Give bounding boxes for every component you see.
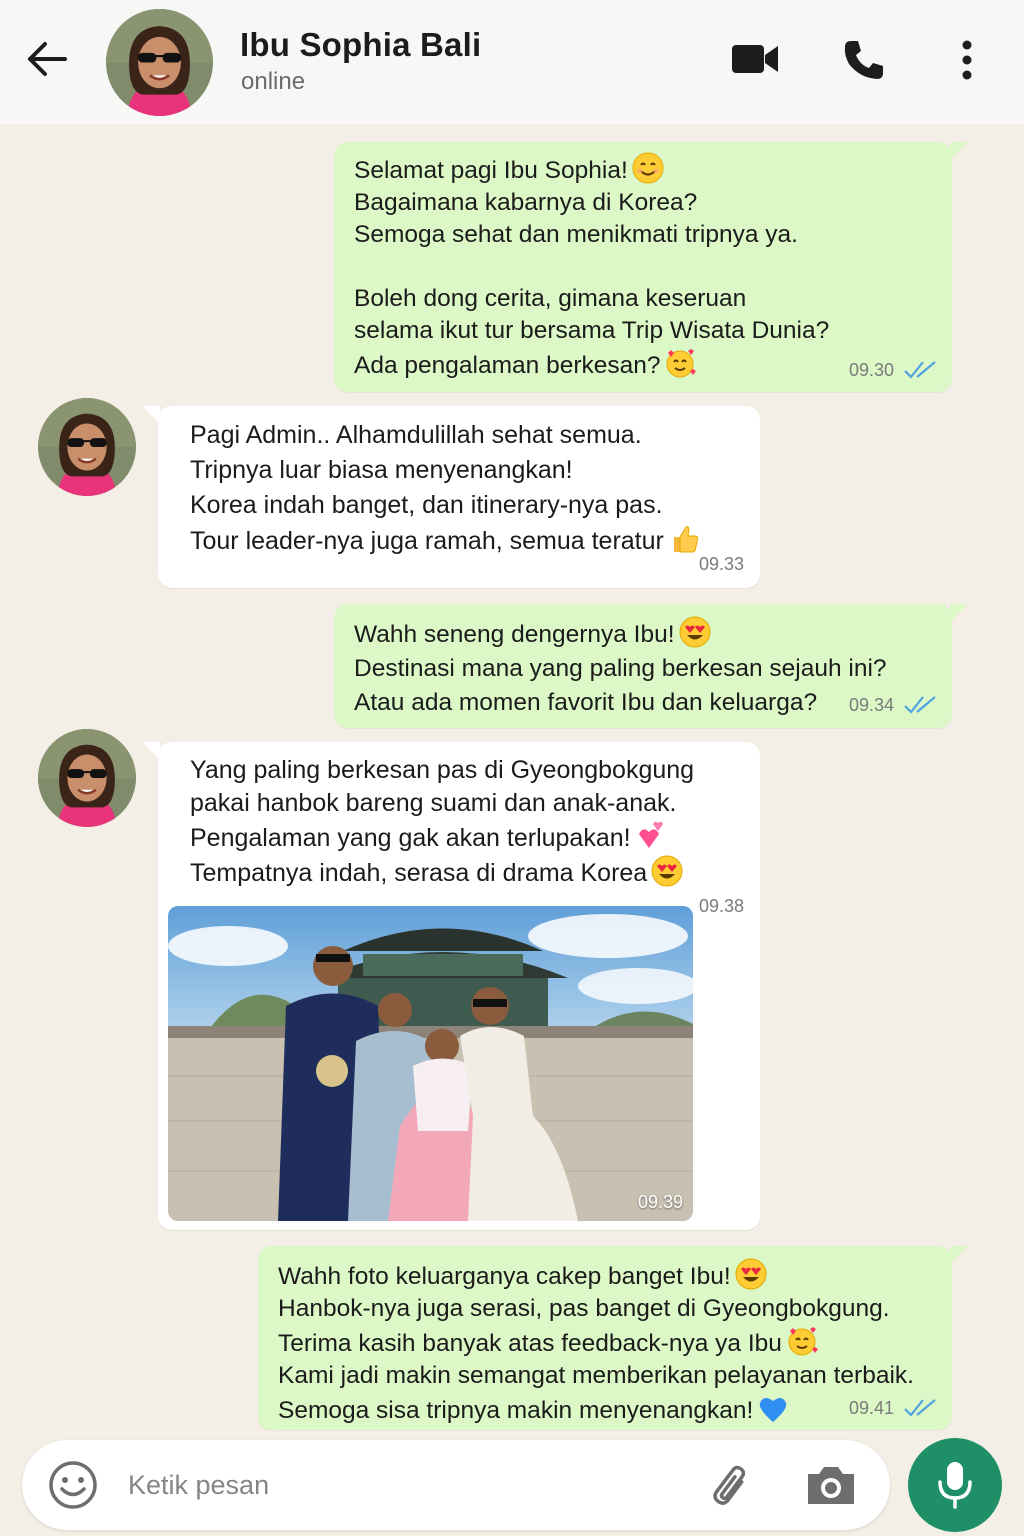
heart-eyes-emoji-icon [679, 616, 711, 648]
message-line: Semoga sisa tripnya makin menyenangkan! [278, 1392, 932, 1427]
contact-avatar[interactable] [106, 9, 213, 116]
message-line: Wahh foto keluarganya cakep banget Ibu! [278, 1258, 932, 1293]
double-check-read-icon [904, 360, 938, 380]
paperclip-icon [713, 1465, 746, 1505]
message-line: Boleh dong cerita, gimana keseruan [354, 285, 747, 312]
message-line: Tempatnya indah, serasa di drama Korea [190, 855, 740, 890]
microphone-icon [938, 1462, 972, 1509]
message-line: Yang paling berkesan pas di Gyeongbokgun… [190, 756, 695, 784]
message-line: Tripnya luar biasa menyenangkan! [190, 456, 573, 484]
message-line: Hanbok-nya juga serasi, pas banget di Gy… [278, 1295, 890, 1322]
message-time: 09.41 [848, 1398, 894, 1418]
message-time: 09.30 [848, 360, 894, 380]
message-bubble-incoming[interactable]: Pagi Admin.. Alhamdulillah sehat semua. … [142, 406, 760, 588]
message-meta: 09.38 [699, 890, 744, 923]
emoji-button[interactable] [48, 1460, 98, 1510]
sender-avatar[interactable] [38, 398, 136, 496]
smiling-face-with-hearts-emoji-icon [786, 1325, 818, 1357]
heart-eyes-emoji-icon [735, 1258, 767, 1290]
message-line: Atau ada momen favorit Ibu dan keluarga? [354, 689, 818, 716]
camera-button[interactable] [804, 1460, 858, 1510]
message-line: pakai hanbok bareng suami dan anak-anak. [190, 789, 677, 817]
message-time: 09.38 [698, 896, 744, 916]
sender-avatar[interactable] [38, 729, 136, 827]
message-meta: 09.41 [849, 1392, 938, 1424]
message-line: selama ikut tur bersama Trip Wisata Duni… [354, 317, 830, 344]
message-composer [22, 1440, 890, 1530]
emoji-icon [49, 1461, 97, 1509]
message-line: Kami jadi makin semangat memberikan pela… [278, 1362, 914, 1389]
video-call-button[interactable] [726, 36, 784, 82]
message-bubble-outgoing[interactable]: Wahh foto keluarganya cakep banget Ibu! … [258, 1246, 968, 1430]
message-meta: 09.33 [699, 547, 744, 582]
message-input[interactable] [128, 1464, 668, 1506]
message-line: Pengalaman yang gak akan terlupakan! [190, 820, 740, 855]
more-options-button[interactable] [948, 34, 986, 86]
message-line: Korea indah banget, dan itinerary-nya pa… [190, 491, 663, 519]
back-arrow-icon [28, 42, 67, 76]
message-line: Wahh seneng dengernya Ibu! [354, 616, 932, 652]
chat-header: Ibu Sophia Bali online [0, 0, 1024, 124]
contact-name[interactable]: Ibu Sophia Bali [240, 26, 481, 64]
video-camera-icon [732, 45, 778, 73]
message-meta: 09.34 [849, 688, 938, 722]
double-check-read-icon [904, 695, 938, 715]
photo-time: 09.39 [637, 1192, 683, 1212]
phone-icon [844, 41, 883, 79]
shared-photo[interactable]: 09.39 [168, 906, 693, 1221]
message-line: Ada pengalaman berkesan? [354, 347, 932, 382]
message-meta: 09.30 [849, 354, 938, 386]
voice-record-button[interactable] [908, 1438, 1002, 1532]
double-check-read-icon [904, 1398, 938, 1418]
attach-button[interactable] [702, 1460, 752, 1510]
message-bubble-outgoing[interactable]: Wahh seneng dengernya Ibu! Destinasi man… [334, 604, 968, 728]
camera-icon [808, 1467, 854, 1504]
smiling-face-with-hearts-emoji-icon [664, 347, 696, 379]
contact-status: online [241, 68, 306, 95]
more-vertical-icon [962, 40, 972, 80]
message-line: Bagaimana kabarnya di Korea? [354, 189, 698, 216]
message-line-blank [354, 251, 932, 283]
smiling-face-emoji-icon [632, 152, 664, 184]
message-line: Pagi Admin.. Alhamdulillah sehat semua. [190, 421, 642, 449]
message-line: Terima kasih banyak atas feedback-nya ya… [278, 1325, 932, 1360]
message-time: 09.33 [698, 554, 744, 574]
heart-eyes-emoji-icon [651, 855, 683, 887]
message-line: Semoga sehat dan menikmati tripnya ya. [354, 221, 798, 248]
blue-heart-emoji-icon [757, 1392, 789, 1424]
back-button[interactable] [24, 36, 70, 82]
message-bubble-outgoing[interactable]: Selamat pagi Ibu Sophia! Bagaimana kabar… [334, 142, 968, 392]
message-time: 09.34 [848, 695, 894, 715]
message-line: Destinasi mana yang paling berkesan seja… [354, 655, 887, 682]
voice-call-button[interactable] [838, 34, 890, 86]
message-line: Selamat pagi Ibu Sophia! [354, 152, 932, 187]
message-line: Tour leader-nya juga ramah, semua teratu… [190, 523, 740, 559]
two-hearts-emoji-icon [635, 820, 667, 852]
thumbs-up-emoji-icon [668, 523, 700, 555]
